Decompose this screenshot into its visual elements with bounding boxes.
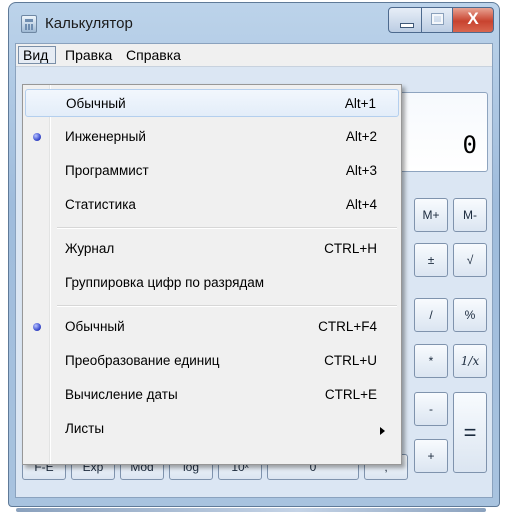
multiply-button[interactable]: *	[414, 344, 448, 378]
close-icon: X	[467, 9, 479, 28]
sqrt-label: √	[466, 253, 474, 267]
menu-item-statistics[interactable]: Статистика Alt+4	[25, 191, 399, 219]
menu-item-label: Обычный	[65, 319, 125, 334]
menu-item-label: Вычисление даты	[65, 387, 178, 402]
menu-item-label: Преобразование единиц	[65, 353, 220, 368]
divide-label: /	[429, 308, 433, 322]
menu-edit[interactable]: Правка	[61, 46, 116, 64]
menu-help[interactable]: Справка	[122, 46, 185, 64]
submenu-arrow-icon	[380, 427, 385, 435]
radio-check-icon	[33, 323, 41, 331]
menu-item-date-calculation[interactable]: Вычисление даты CTRL+E	[25, 381, 399, 409]
calculator-app-icon	[21, 15, 37, 33]
menu-item-scientific[interactable]: Инженерный Alt+2	[25, 123, 399, 151]
window-bottom-border	[16, 508, 486, 512]
sqrt-button[interactable]: √	[453, 243, 487, 277]
add-button[interactable]: +	[414, 439, 448, 473]
subtract-button[interactable]: -	[414, 392, 448, 426]
menu-item-unit-conversion[interactable]: Преобразование единиц CTRL+U	[25, 347, 399, 375]
radio-check-icon	[33, 133, 41, 141]
m-plus-label: M+	[422, 208, 440, 222]
menu-item-standard[interactable]: Обычный Alt+1	[25, 89, 399, 117]
maximize-icon	[431, 13, 444, 25]
multiply-label: *	[428, 354, 434, 368]
menu-item-label: Группировка цифр по разрядам	[65, 275, 265, 290]
minimize-icon	[400, 23, 414, 28]
subtract-label: -	[429, 402, 433, 416]
plus-minus-label: ±	[427, 253, 435, 267]
m-plus-button[interactable]: M+	[414, 198, 448, 232]
m-minus-button[interactable]: M-	[453, 198, 487, 232]
percent-label: %	[464, 308, 476, 322]
m-minus-label: M-	[463, 208, 477, 222]
equals-button[interactable]: =	[453, 392, 487, 473]
menu-item-label: Журнал	[65, 241, 115, 256]
menu-item-label: Статистика	[65, 197, 136, 212]
menu-item-history[interactable]: Журнал CTRL+H	[25, 235, 399, 263]
menu-bar: Вид Правка Справка	[16, 44, 492, 67]
title-bar[interactable]: Калькулятор X	[9, 3, 499, 43]
menu-item-label: Инженерный	[65, 129, 146, 144]
plus-minus-button[interactable]: ±	[414, 243, 448, 277]
menu-item-programmer[interactable]: Программист Alt+3	[25, 157, 399, 185]
equals-label: =	[463, 419, 477, 445]
menu-item-shortcut: CTRL+H	[324, 241, 377, 256]
menu-view[interactable]: Вид	[18, 46, 56, 64]
reciprocal-button[interactable]: 1/x	[453, 344, 487, 378]
menu-item-digit-grouping[interactable]: Группировка цифр по разрядам	[25, 269, 399, 297]
divide-button[interactable]: /	[414, 298, 448, 332]
menu-separator	[57, 305, 397, 307]
menu-item-shortcut: CTRL+E	[324, 387, 377, 402]
menu-item-shortcut: CTRL+F4	[318, 319, 377, 334]
minimize-button[interactable]	[388, 7, 422, 33]
add-label: +	[427, 449, 435, 463]
menu-item-shortcut: Alt+4	[345, 197, 377, 212]
menu-item-shortcut: CTRL+U	[324, 353, 377, 368]
menu-item-basic[interactable]: Обычный CTRL+F4	[25, 313, 399, 341]
menu-item-label: Обычный	[66, 96, 126, 111]
view-menu-dropdown: Обычный Alt+1 Инженерный Alt+2 Программи…	[22, 84, 402, 465]
menu-item-label: Листы	[65, 421, 105, 436]
menu-separator	[57, 227, 397, 229]
menu-item-worksheets[interactable]: Листы	[25, 415, 399, 443]
menu-item-shortcut: Alt+2	[345, 129, 377, 144]
maximize-button[interactable]	[421, 7, 453, 33]
display-value: 0	[462, 131, 477, 159]
menu-item-label: Программист	[65, 163, 149, 178]
menu-item-shortcut: Alt+3	[345, 163, 377, 178]
window-title: Калькулятор	[45, 15, 133, 32]
percent-button[interactable]: %	[453, 298, 487, 332]
close-button[interactable]: X	[452, 7, 494, 33]
menu-item-shortcut: Alt+1	[344, 96, 376, 111]
reciprocal-label: 1/x	[460, 354, 480, 368]
